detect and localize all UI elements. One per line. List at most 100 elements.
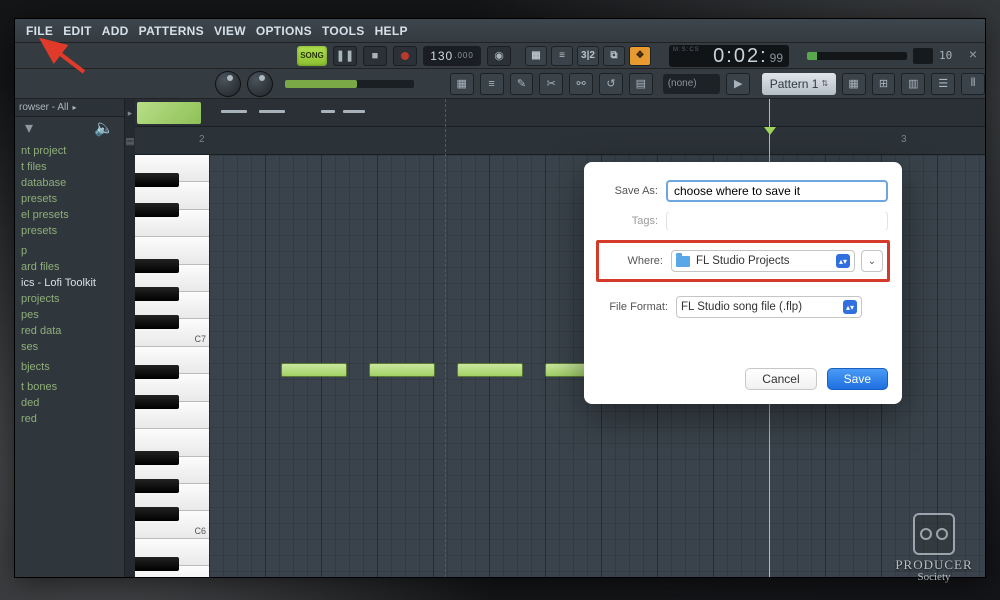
timesig-icon[interactable]: 3|2 (577, 46, 599, 66)
browser-item[interactable]: t bones (15, 379, 124, 395)
minimap-notes (221, 110, 247, 113)
mixer-button[interactable]: ⫴ (961, 73, 985, 95)
tool-button-2[interactable]: ✂ (539, 73, 563, 95)
time-mode-label: M:S:CS (673, 47, 700, 53)
browser-item[interactable]: projects (15, 291, 124, 307)
channel-rack-button[interactable]: ▦ (842, 73, 866, 95)
timeline-ruler[interactable]: 2 3 (125, 127, 985, 155)
record-button[interactable] (393, 46, 417, 66)
fileformat-selector[interactable]: FL Studio song file (.flp) ▴▾ (676, 296, 862, 318)
master-pitch-knob[interactable] (247, 71, 273, 97)
browser-item[interactable]: nt project (15, 143, 124, 159)
browser-panel: rowser - All▸ ▾ 🔈 nt project t files dat… (15, 99, 125, 577)
browser-list[interactable]: nt project t files database presets el p… (15, 139, 124, 427)
chevron-updown-icon: ⇅ (821, 79, 828, 88)
view-button[interactable]: ▤ (629, 73, 653, 95)
quantize-button[interactable]: ≡ (480, 73, 504, 95)
menu-file[interactable]: FILE (21, 24, 58, 38)
browser-item[interactable]: presets (15, 223, 124, 239)
browser-button[interactable]: ☰ (931, 73, 955, 95)
menu-options[interactable]: OPTIONS (251, 24, 317, 38)
browser-item[interactable]: p (15, 243, 124, 259)
time-main: 0:02: (713, 45, 767, 68)
browser-item[interactable]: bjects (15, 359, 124, 375)
route-selector[interactable]: (none) (663, 74, 721, 94)
browser-item[interactable]: ded (15, 395, 124, 411)
midi-note[interactable] (369, 363, 435, 377)
expand-button[interactable]: ⌄ (861, 250, 883, 272)
tempo-frac: .000 (454, 51, 474, 60)
snap-button[interactable]: ▦ (450, 73, 474, 95)
browser-icon-row: ▾ 🔈 (15, 117, 124, 139)
browser-title-text: rowser - All (19, 102, 68, 113)
playlist-icon[interactable]: ▦ (525, 46, 547, 66)
collapse-icon[interactable]: ▾ (25, 118, 33, 138)
pr-left-gutter (125, 155, 135, 577)
time-display[interactable]: M:S:CS 0:02:99 (669, 45, 789, 67)
save-button[interactable]: Save (827, 368, 888, 390)
mixer-icon[interactable]: ❖ (629, 46, 651, 66)
piano-keys[interactable]: C7 C6 (135, 155, 209, 577)
tags-field[interactable] (666, 212, 888, 230)
refresh-icon[interactable]: 🔈 (94, 118, 114, 138)
browser-title[interactable]: rowser - All▸ (15, 99, 124, 117)
polyphony-counter: 10 (939, 49, 952, 62)
browser-item[interactable]: ard files (15, 259, 124, 275)
transport-bar: SONG ❚❚ ■ 130.000 ◉ ▦ ≡ 3|2 ⧉ ❖ M:S:CS 0… (15, 43, 985, 69)
panel-shortcuts: ▦ ≡ 3|2 ⧉ ❖ (525, 46, 651, 66)
undo-history-button[interactable]: ↺ (599, 73, 623, 95)
browser-item[interactable]: database (15, 175, 124, 191)
watermark-subtext: Society (918, 571, 951, 583)
menu-patterns[interactable]: PATTERNS (134, 24, 209, 38)
browser-item[interactable]: ics - Lofi Toolkit (15, 275, 124, 291)
tempo-display[interactable]: 130.000 (423, 46, 481, 66)
fileformat-label: File Format: (598, 301, 676, 313)
cpu-meter (807, 52, 907, 60)
toolbar-secondary: ▦ ≡ ✎ ✂ ⚯ ↺ ▤ (none) ▶ Pattern 1⇅ ▦ ⊞ ▥ … (15, 69, 985, 99)
menu-help[interactable]: HELP (370, 24, 413, 38)
minimap-notes (343, 110, 365, 113)
browser-item[interactable]: t files (15, 159, 124, 175)
tempo-tap-button[interactable]: ◉ (487, 46, 511, 66)
updown-arrows-icon: ▴▾ (843, 300, 857, 314)
piano-roll-button[interactable]: ▥ (901, 73, 925, 95)
pianoroll-icon[interactable]: ⧉ (603, 46, 625, 66)
playlist-button[interactable]: ⊞ (872, 73, 896, 95)
stepseq-icon[interactable]: ≡ (551, 46, 573, 66)
minimap-viewport[interactable] (137, 102, 201, 124)
browser-item[interactable]: el presets (15, 207, 124, 223)
master-volume-knob[interactable] (215, 71, 241, 97)
memory-meter (913, 48, 933, 64)
menu-view[interactable]: VIEW (209, 24, 251, 38)
pattern-selector[interactable]: Pattern 1⇅ (762, 73, 836, 95)
browser-item[interactable]: red data (15, 323, 124, 339)
minimap[interactable] (125, 99, 985, 127)
browser-item[interactable]: pes (15, 307, 124, 323)
where-selector[interactable]: FL Studio Projects ▴▾ (671, 250, 855, 272)
menu-add[interactable]: ADD (97, 24, 134, 38)
menu-tools[interactable]: TOOLS (317, 24, 370, 38)
saveas-label: Save As: (598, 185, 666, 197)
close-icon[interactable]: × (965, 47, 981, 63)
midi-note[interactable] (281, 363, 347, 377)
saveas-field[interactable] (666, 180, 888, 202)
updown-arrows-icon: ▴▾ (836, 254, 850, 268)
link-button[interactable]: ⚯ (569, 73, 593, 95)
midi-note[interactable] (457, 363, 523, 377)
tool-button-1[interactable]: ✎ (510, 73, 534, 95)
master-slider[interactable] (285, 80, 414, 88)
pause-button[interactable]: ❚❚ (333, 46, 357, 66)
browser-item[interactable]: ses (15, 339, 124, 355)
browser-item[interactable]: presets (15, 191, 124, 207)
cancel-button[interactable]: Cancel (745, 368, 816, 390)
octave-label: C7 (194, 334, 206, 344)
menu-edit[interactable]: EDIT (58, 24, 97, 38)
loop-start-marker[interactable] (445, 99, 446, 577)
stop-button[interactable]: ■ (363, 46, 387, 66)
minimap-notes (321, 110, 335, 113)
octave-label: C6 (194, 526, 206, 536)
pat-song-toggle[interactable]: SONG (297, 46, 327, 66)
where-value: FL Studio Projects (696, 255, 790, 267)
route-play-button[interactable]: ▶ (726, 73, 750, 95)
browser-item[interactable]: red (15, 411, 124, 427)
